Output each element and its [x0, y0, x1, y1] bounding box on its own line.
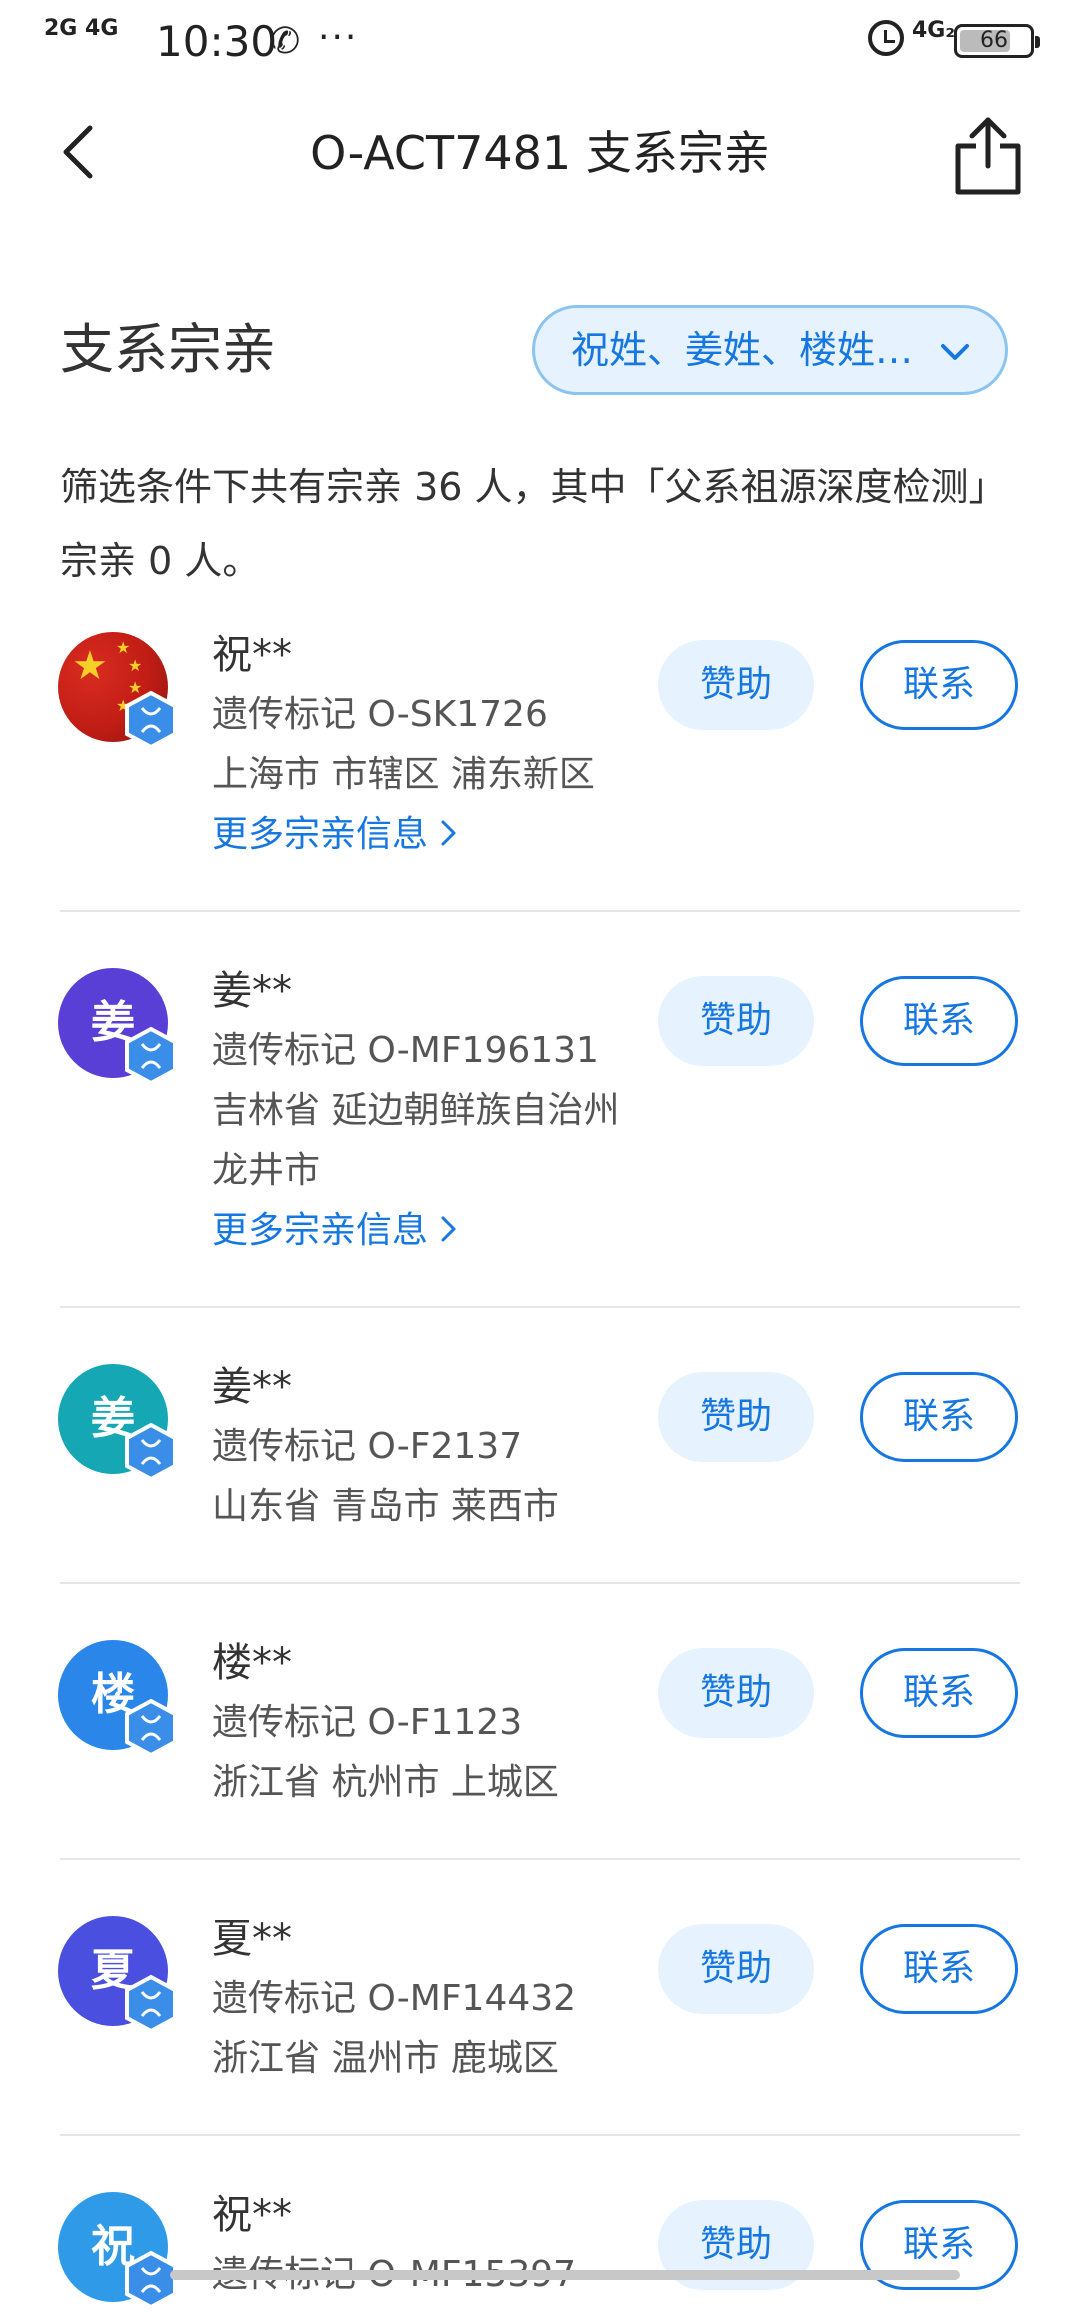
divider: [60, 2134, 1020, 2136]
battery-icon: 66: [954, 24, 1040, 58]
genetic-marker: 遗传标记 O-F1123: [212, 1702, 523, 1743]
dna-badge-icon: [124, 690, 178, 750]
more-notifications-icon: ···: [318, 17, 359, 58]
location-text: 浙江省 杭州市 上城区: [212, 1762, 559, 1803]
contact-button[interactable]: 联系: [860, 640, 1018, 730]
relative-name: 祝**: [212, 632, 292, 678]
summary-text: 筛选条件下共有宗亲 36 人，其中「父系祖源深度检测」宗亲 0 人。: [60, 465, 1007, 583]
dna-badge-icon: [124, 2250, 178, 2310]
location-text: 上海市 市辖区 浦东新区: [212, 754, 595, 795]
scrollbar[interactable]: [170, 2270, 960, 2280]
nav-bar: O-ACT7481 支系宗亲: [0, 104, 1080, 200]
relative-name: 夏**: [212, 1916, 292, 1962]
flag-star-icon: ★: [128, 656, 143, 675]
sponsor-button[interactable]: 赞助: [658, 1372, 814, 1462]
network-label: 2G 4G: [44, 16, 119, 41]
dna-badge-icon: [124, 1026, 178, 1086]
status-bar: 2G 4G 10:30 ✆ ··· 4G₂ 66: [0, 0, 1080, 84]
relative-name: 姜**: [212, 968, 292, 1014]
signal-4g-label: 4G₂: [912, 18, 956, 43]
sponsor-button[interactable]: 赞助: [658, 976, 814, 1066]
divider: [60, 910, 1020, 912]
more-info-label: 更多宗亲信息: [212, 814, 429, 855]
share-icon[interactable]: [950, 112, 1026, 196]
flag-star-icon: ★: [72, 643, 108, 689]
flag-star-icon: ★: [116, 638, 131, 657]
divider: [60, 1306, 1020, 1308]
filter-value: 祝姓、姜姓、楼姓…: [571, 328, 914, 372]
section-title: 支系宗亲: [60, 318, 276, 381]
chevron-down-icon: [941, 344, 969, 360]
chevron-right-icon: [440, 813, 458, 859]
network-signal-icon: 2G 4G: [44, 18, 118, 40]
dna-badge-icon: [124, 1974, 178, 2034]
contact-button[interactable]: 联系: [860, 1924, 1018, 2014]
divider: [60, 1582, 1020, 1584]
contact-button[interactable]: 联系: [860, 1372, 1018, 1462]
sponsor-button[interactable]: 赞助: [658, 640, 814, 730]
page-title: O-ACT7481 支系宗亲: [310, 126, 770, 180]
location-text: 龙井市: [212, 1150, 321, 1191]
relative-name: 祝**: [212, 2192, 292, 2238]
location-text: 浙江省 温州市 鹿城区: [212, 2038, 559, 2079]
relative-name: 楼**: [212, 1640, 292, 1686]
sponsor-button[interactable]: 赞助: [658, 1648, 814, 1738]
surname-filter-dropdown[interactable]: 祝姓、姜姓、楼姓…: [532, 305, 1008, 395]
more-info-link[interactable]: 更多宗亲信息: [212, 812, 458, 859]
contact-button[interactable]: 联系: [860, 1648, 1018, 1738]
genetic-marker: 遗传标记 O-SK1726: [212, 694, 548, 735]
status-time: 10:30: [156, 17, 278, 66]
location-text: 山东省 青岛市 莱西市: [212, 1486, 559, 1527]
more-info-label: 更多宗亲信息: [212, 1210, 429, 1251]
dna-badge-icon: [124, 1422, 178, 1482]
more-info-link[interactable]: 更多宗亲信息: [212, 1208, 458, 1255]
relative-name: 姜**: [212, 1364, 292, 1410]
divider: [60, 1858, 1020, 1860]
genetic-marker: 遗传标记 O-MF196131: [212, 1030, 599, 1071]
contact-button[interactable]: 联系: [860, 976, 1018, 1066]
genetic-marker: 遗传标记 O-F2137: [212, 1426, 523, 1467]
genetic-marker: 遗传标记 O-MF14432: [212, 1978, 577, 2019]
alarm-icon: [868, 20, 904, 56]
wechat-icon: ✆: [270, 21, 301, 62]
location-text: 吉林省 延边朝鲜族自治州: [212, 1090, 620, 1131]
sponsor-button[interactable]: 赞助: [658, 1924, 814, 2014]
battery-level: 66: [980, 28, 1008, 53]
dna-badge-icon: [124, 1698, 178, 1758]
chevron-right-icon: [440, 1209, 458, 1255]
